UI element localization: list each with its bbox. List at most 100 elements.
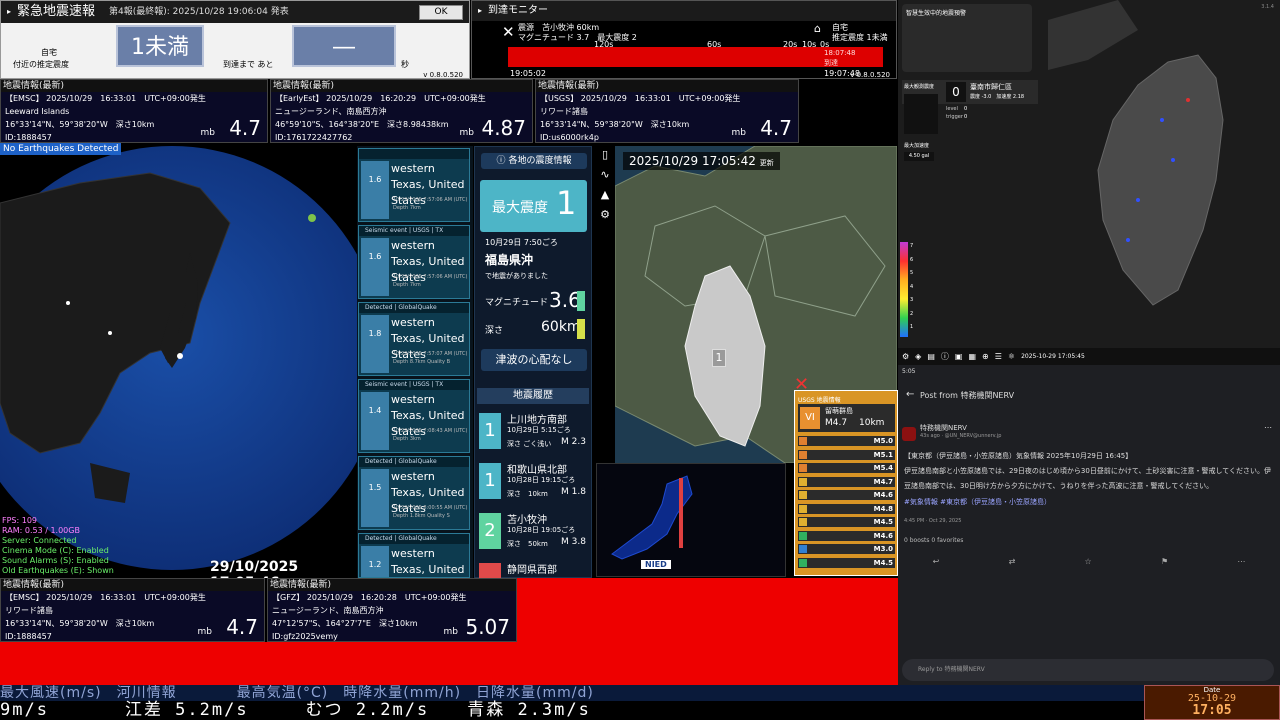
- quake-list-item[interactable]: Seismic event | USGS | TX 1.6 western Texa…: [358, 225, 470, 299]
- quake-marker: [66, 301, 70, 305]
- pulse-icon[interactable]: ∿: [597, 168, 613, 188]
- usgs-header: USGS 地震情報: [798, 397, 841, 404]
- usgs-row[interactable]: M5.1: [798, 449, 895, 460]
- warning-icon[interactable]: ▲: [597, 188, 613, 208]
- post-author[interactable]: 特務機関NERV: [920, 423, 967, 433]
- intensity-swatch: [799, 450, 807, 459]
- usgs-row[interactable]: M5.4: [798, 463, 895, 473]
- quake-mag: 1.6: [361, 161, 389, 219]
- intensity-swatch: [799, 477, 807, 486]
- arrival-monitor: ▸ 到達モニター ✕ 震源 苫小牧沖 60km マグニチュード 3.7 最大震度 …: [471, 0, 897, 79]
- arrival-home-int: 推定震度 1未満: [832, 33, 888, 42]
- globe-view[interactable]: No Earthquakes Detected FPS: 109 RAM: 0.…: [0, 143, 357, 578]
- reply-input[interactable]: Reply to 特務機関NERV: [902, 659, 1274, 681]
- more-icon[interactable]: ⋯: [1264, 423, 1272, 432]
- mag-type: mb: [459, 128, 474, 138]
- home-label: 自宅: [41, 48, 57, 57]
- area-label: 付近の推定震度: [13, 60, 69, 69]
- usgs-row[interactable]: M4.5: [798, 557, 895, 568]
- history-item[interactable]: 1 和歌山県北部 10月28日 19:15ごろ 深さ 10km M 1.8: [477, 459, 589, 505]
- status-time: 5:05: [902, 368, 916, 375]
- quake-date: 10/29/2025 8:00:55 AM (UTC): [393, 505, 468, 511]
- gear-icon[interactable]: ⚙: [597, 208, 613, 228]
- quake-mag: 1.5: [361, 469, 389, 527]
- arrival-magnitude: マグニチュード 3.7 最大震度 2: [518, 33, 637, 42]
- info-line: 【GFZ】 2025/10/29 16:20:28 UTC+09:00発生: [272, 593, 467, 602]
- map-intensity-marker: 1: [712, 349, 726, 367]
- history-place: 和歌山県北部: [507, 465, 567, 476]
- map-time: 2025/10/29 17:05:42: [629, 154, 756, 168]
- usgs-row-mag: M4.5: [873, 558, 893, 567]
- quake-info-usgs: 地震情報(最新) 【USGS】 2025/10/29 16:33:01 UTC+…: [535, 79, 799, 143]
- info-header: 地震情報(最新): [271, 80, 532, 92]
- nied-logo: NIED: [641, 560, 671, 569]
- quake-list-item[interactable]: Detected | GlobalQuake 1.5 western Texas, …: [358, 456, 470, 530]
- usgs-row-mag: M4.6: [873, 491, 893, 499]
- quake-source: Detected | GlobalQuake: [359, 534, 469, 544]
- post-time: 4:45 PM · Oct 29, 2025: [904, 518, 962, 524]
- history-int: 1: [479, 463, 501, 499]
- magnitude: 4.7: [226, 615, 258, 639]
- usgs-row-mag: M4.7: [873, 477, 893, 486]
- usgs-row[interactable]: M3.0: [798, 544, 895, 554]
- favorite-icon[interactable]: ☆: [1085, 557, 1092, 566]
- more-icon[interactable]: ⋯: [1237, 557, 1245, 566]
- tw-toolbar: ⚙ ◈ ▤ ⓘ ▣ ▦ ⊕ ☰ ⚛ 2025-10-29 17:05:45: [898, 348, 1280, 365]
- globe-icon[interactable]: ⊕: [982, 352, 989, 361]
- eew-panel: ▸ 緊急地震速報 第4報(最終報): 2025/10/28 19:06:04 発…: [0, 0, 470, 79]
- usgs-row[interactable]: M4.7: [798, 476, 895, 487]
- quake-list-item[interactable]: Seismic event | USGS | TX 1.4 western Texa…: [358, 379, 470, 453]
- grid-icon[interactable]: ▦: [968, 352, 976, 361]
- usgs-row[interactable]: M4.6: [798, 530, 895, 541]
- location-icon[interactable]: ◈: [915, 352, 921, 361]
- history-time: 10月29日 5:15ごろ: [507, 426, 571, 434]
- info-icon[interactable]: ⓘ: [941, 351, 949, 362]
- menu-arrow-icon[interactable]: ▸: [478, 6, 482, 15]
- intensity-swatch: [799, 558, 807, 567]
- map-layers-icon[interactable]: ▤: [927, 352, 935, 361]
- usgs-row-mag: M5.4: [873, 464, 893, 472]
- history-item[interactable]: 1 上川地方南部 10月29日 5:15ごろ 深さ ごく浅い M 2.3: [477, 409, 589, 455]
- taiwan-map-svg: [1048, 0, 1224, 306]
- reply-icon[interactable]: ↩: [933, 557, 940, 566]
- nied-map: NIED: [596, 463, 786, 577]
- quake-list-item[interactable]: Detected | GlobalQuake 1.2 western Texas, …: [358, 533, 470, 578]
- ticker-row-2: 9m/s 江差 5.2m/s むつ 2.2m/s 青森 2.3m/s: [0, 701, 1144, 720]
- boost-icon[interactable]: ⇄: [1009, 557, 1016, 566]
- avatar[interactable]: [902, 427, 916, 441]
- magnitude: 4.7: [760, 116, 792, 140]
- quake-list-item[interactable]: Detected | GlobalQuake 1.8 western Texas, …: [358, 302, 470, 376]
- epicenter-x-icon: ✕: [502, 23, 515, 41]
- history-item[interactable]: 2 苫小牧沖 10月28日 19:05ごろ 深さ 50km M 3.8: [477, 509, 589, 555]
- info-header: 地震情報(最新): [268, 579, 516, 591]
- quake-list-item[interactable]: 1.6 western Texas, United States 10/29/202…: [358, 148, 470, 222]
- max-intensity-box: 最大震度 1: [480, 180, 587, 232]
- usgs-row[interactable]: M4.8: [798, 503, 895, 514]
- usgs-row[interactable]: M4.6: [798, 490, 895, 500]
- usgs-row[interactable]: M4.5: [798, 517, 895, 527]
- usgs-int: VI: [800, 407, 820, 429]
- jma-header: ⓘ 各地の震度情報: [481, 153, 587, 169]
- arrival-time: 18:07:48: [824, 49, 856, 57]
- bookmark-icon[interactable]: ⚑: [1161, 557, 1168, 566]
- back-arrow-icon[interactable]: ←: [906, 389, 914, 400]
- info-coords: 16°33'14"N、59°38'20"W 深さ10km: [5, 120, 155, 129]
- eew-titlebar: ▸ 緊急地震速報 第4報(最終報): 2025/10/28 19:06:04 発…: [1, 1, 469, 23]
- usgs-row[interactable]: M5.0: [798, 436, 895, 446]
- taiwan-eew-panel: 智慧生效中的地震預警 最大観測震度 0 臺南市歸仁區 震度 -3.0 加速度 2…: [898, 0, 1280, 365]
- station-dot: [1126, 238, 1130, 242]
- menu-arrow-icon[interactable]: ▸: [7, 1, 11, 23]
- intensity-swatch: [799, 464, 807, 472]
- tablet-icon[interactable]: ▯: [597, 148, 613, 168]
- info-region: リワード諸島: [5, 606, 53, 615]
- network-icon[interactable]: ⚛: [1008, 352, 1015, 361]
- settings-icon[interactable]: ⚙: [902, 352, 909, 361]
- history-mag: M 1.8: [561, 487, 586, 497]
- post-tags[interactable]: #気象情報 #東京都（伊豆諸島・小笠原諸島）: [904, 497, 1051, 507]
- save-icon[interactable]: ▣: [955, 352, 963, 361]
- intensity-swatch: [799, 545, 807, 553]
- quake-depth: Depth 7km: [393, 205, 421, 211]
- list-icon[interactable]: ☰: [995, 352, 1002, 361]
- station-dot: [1171, 158, 1175, 162]
- ok-button[interactable]: OK: [419, 5, 463, 20]
